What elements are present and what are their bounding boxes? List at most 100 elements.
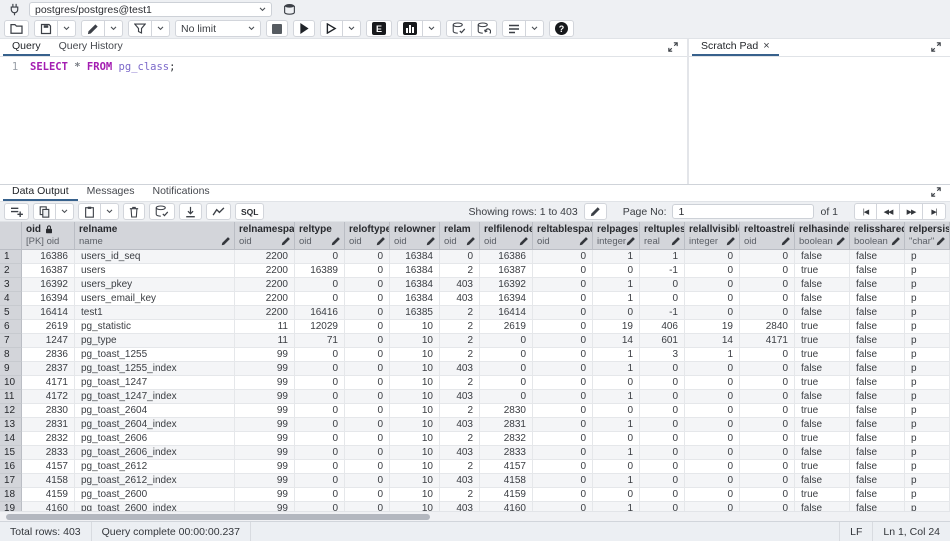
- grid-cell[interactable]: 10: [390, 334, 440, 348]
- grid-cell[interactable]: true: [795, 348, 850, 362]
- grid-cell[interactable]: 99: [235, 432, 295, 446]
- grid-cell[interactable]: pg_toast_1247_index: [75, 390, 235, 404]
- grid-cell[interactable]: 0: [640, 460, 685, 474]
- grid-cell[interactable]: 1: [640, 250, 685, 264]
- previous-page-button[interactable]: ◀◀: [877, 203, 900, 220]
- grid-cell[interactable]: 0: [740, 390, 795, 404]
- grid-cell[interactable]: 4158: [22, 474, 75, 488]
- grid-cell[interactable]: 16394: [480, 292, 533, 306]
- grid-cell[interactable]: false: [795, 250, 850, 264]
- grid-cell[interactable]: 4159: [480, 488, 533, 502]
- grid-cell[interactable]: 0: [345, 460, 390, 474]
- grid-cell[interactable]: false: [795, 502, 850, 511]
- grid-cell[interactable]: false: [795, 362, 850, 376]
- grid-cell[interactable]: 19: [685, 320, 740, 334]
- grid-cell[interactable]: 403: [440, 292, 480, 306]
- grid-cell[interactable]: 0: [640, 418, 685, 432]
- grid-cell[interactable]: 0: [685, 502, 740, 511]
- grid-cell[interactable]: 0: [533, 264, 593, 278]
- grid-cell[interactable]: 10: [390, 362, 440, 376]
- column-header-relpages[interactable]: relpagesinteger: [593, 222, 640, 250]
- grid-cell[interactable]: 16384: [390, 264, 440, 278]
- execute-button[interactable]: [293, 20, 315, 37]
- grid-cell[interactable]: 1: [593, 292, 640, 306]
- grid-cell[interactable]: 0: [593, 488, 640, 502]
- grid-cell[interactable]: 0: [533, 348, 593, 362]
- grid-cell[interactable]: 16384: [390, 292, 440, 306]
- grid-cell[interactable]: users: [75, 264, 235, 278]
- grid-cell[interactable]: true: [795, 264, 850, 278]
- grid-cell[interactable]: 2: [440, 460, 480, 474]
- grid-cell[interactable]: 0: [345, 278, 390, 292]
- grid-cell[interactable]: 1: [593, 390, 640, 404]
- grid-cell[interactable]: 0: [295, 460, 345, 474]
- grid-cell[interactable]: 0: [345, 334, 390, 348]
- grid-cell[interactable]: p: [905, 376, 950, 390]
- grid-cell[interactable]: p: [905, 362, 950, 376]
- grid-cell[interactable]: 10: [390, 432, 440, 446]
- grid-cell[interactable]: 16414: [480, 306, 533, 320]
- grid-cell[interactable]: true: [795, 320, 850, 334]
- save-options-button[interactable]: [58, 20, 76, 37]
- grid-cell[interactable]: false: [850, 376, 905, 390]
- expand-scratch-pad-button[interactable]: [925, 40, 947, 56]
- grid-cell[interactable]: 0: [440, 250, 480, 264]
- grid-cell[interactable]: 2831: [480, 418, 533, 432]
- edit-column-icon[interactable]: [726, 236, 736, 246]
- grid-cell[interactable]: 0: [533, 278, 593, 292]
- grid-cell[interactable]: false: [795, 418, 850, 432]
- grid-cell[interactable]: 0: [295, 292, 345, 306]
- grid-cell[interactable]: 4171: [740, 334, 795, 348]
- grid-cell[interactable]: 0: [640, 502, 685, 511]
- grid-cell[interactable]: 99: [235, 488, 295, 502]
- grid-cell[interactable]: 0: [640, 432, 685, 446]
- grid-cell[interactable]: 14: [593, 334, 640, 348]
- grid-cell[interactable]: false: [850, 278, 905, 292]
- grid-cell[interactable]: false: [850, 306, 905, 320]
- grid-cell[interactable]: 0: [533, 250, 593, 264]
- grid-cell[interactable]: 0: [640, 474, 685, 488]
- edit-column-icon[interactable]: [466, 236, 476, 246]
- column-header-relnamespace[interactable]: relnamespaceoid: [235, 222, 295, 250]
- scratch-pad-body[interactable]: [689, 57, 950, 184]
- execute-options-button[interactable]: [343, 20, 361, 37]
- grid-cell[interactable]: 10: [390, 404, 440, 418]
- row-number-cell[interactable]: 15: [0, 446, 22, 460]
- grid-cell[interactable]: p: [905, 334, 950, 348]
- grid-cell[interactable]: 0: [295, 278, 345, 292]
- grid-cell[interactable]: pg_toast_2606: [75, 432, 235, 446]
- grid-cell[interactable]: 4157: [480, 460, 533, 474]
- grid-cell[interactable]: 403: [440, 278, 480, 292]
- execute-options-play-button[interactable]: [320, 20, 343, 37]
- grid-cell[interactable]: 2: [440, 432, 480, 446]
- grid-cell[interactable]: 16389: [295, 264, 345, 278]
- grid-cell[interactable]: p: [905, 292, 950, 306]
- column-header-reloftype[interactable]: reloftypeoid: [345, 222, 390, 250]
- grid-cell[interactable]: 2200: [235, 292, 295, 306]
- grid-cell[interactable]: 0: [685, 418, 740, 432]
- grid-cell[interactable]: 2: [440, 264, 480, 278]
- stop-button[interactable]: [266, 20, 288, 37]
- grid-cell[interactable]: 16384: [390, 278, 440, 292]
- grid-cell[interactable]: 0: [295, 390, 345, 404]
- grid-cell[interactable]: 0: [480, 390, 533, 404]
- grid-cell[interactable]: 16416: [295, 306, 345, 320]
- grid-cell[interactable]: 4160: [480, 502, 533, 511]
- commit-button[interactable]: [446, 20, 472, 37]
- rollback-button[interactable]: [472, 20, 497, 37]
- grid-cell[interactable]: 2833: [22, 446, 75, 460]
- grid-cell[interactable]: 1: [685, 348, 740, 362]
- grid-cell[interactable]: 16414: [22, 306, 75, 320]
- grid-cell[interactable]: 0: [295, 376, 345, 390]
- grid-cell[interactable]: p: [905, 474, 950, 488]
- grid-cell[interactable]: 2830: [480, 404, 533, 418]
- grid-cell[interactable]: 16387: [480, 264, 533, 278]
- grid-cell[interactable]: 2832: [480, 432, 533, 446]
- visualize-data-button[interactable]: [206, 203, 231, 220]
- grid-cell[interactable]: 0: [685, 432, 740, 446]
- grid-cell[interactable]: false: [850, 250, 905, 264]
- help-button[interactable]: ?: [549, 20, 574, 37]
- grid-cell[interactable]: 0: [593, 376, 640, 390]
- grid-cell[interactable]: false: [850, 264, 905, 278]
- grid-cell[interactable]: 0: [740, 306, 795, 320]
